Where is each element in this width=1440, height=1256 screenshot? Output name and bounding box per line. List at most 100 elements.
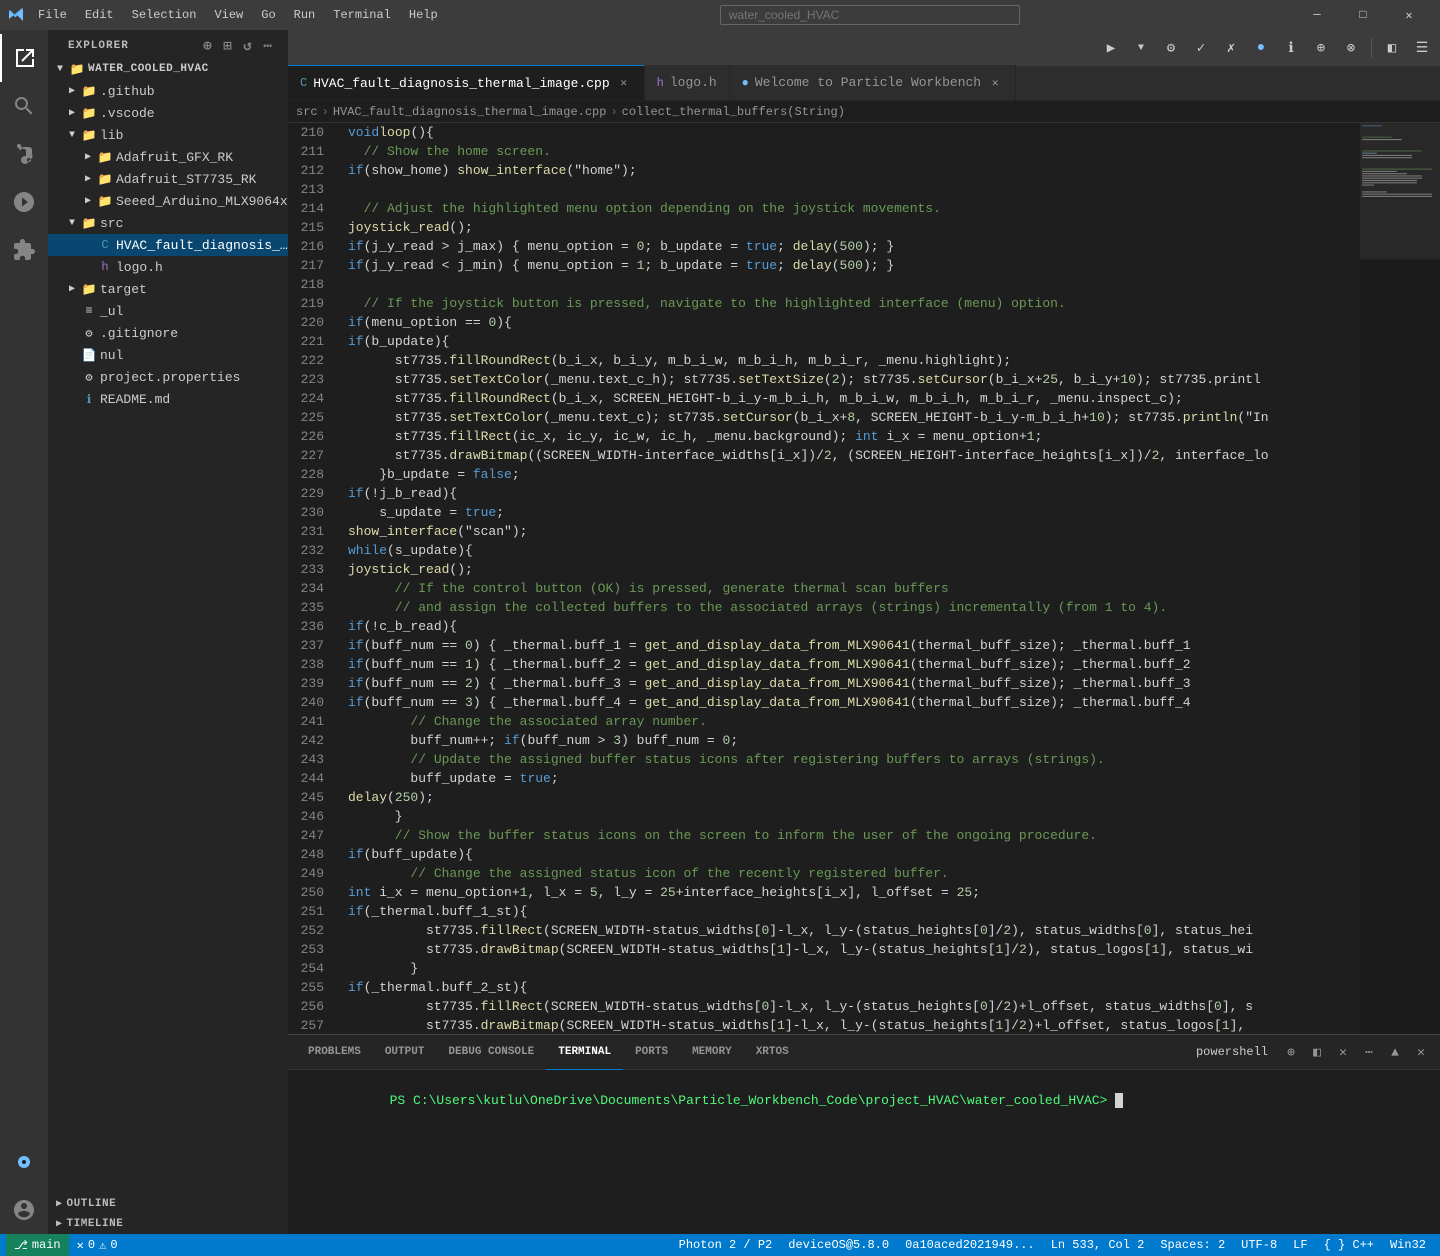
add-button[interactable]: ⊕ xyxy=(1307,34,1335,62)
extensions-icon[interactable] xyxy=(0,226,48,274)
tab-logo-h[interactable]: h logo.h xyxy=(645,65,730,100)
tree-item-nul[interactable]: 📄 nul xyxy=(48,344,288,366)
status-line-col[interactable]: Ln 533, Col 2 xyxy=(1043,1234,1153,1256)
collapse-all-icon[interactable]: ⋯ xyxy=(260,38,276,54)
menu-file[interactable]: File xyxy=(30,6,75,24)
info-button[interactable]: ℹ xyxy=(1277,34,1305,62)
tree-item-vscode[interactable]: ▶ 📁 .vscode xyxy=(48,102,288,124)
particle-icon[interactable] xyxy=(0,1138,48,1186)
code-line: if(!c_b_read){ xyxy=(344,617,1360,636)
outline-section[interactable]: ▶ OUTLINE xyxy=(48,1194,288,1214)
breadcrumb-function[interactable]: collect_thermal_buffers(String) xyxy=(622,105,845,119)
panel-maximize-button[interactable]: ▲ xyxy=(1384,1041,1406,1063)
tree-item-adafruit-st[interactable]: ▶ 📁 Adafruit_ST7735_RK xyxy=(48,168,288,190)
tree-item-github[interactable]: ▶ 📁 .github xyxy=(48,80,288,102)
code-line: } xyxy=(344,807,1360,826)
minimap[interactable] xyxy=(1360,123,1440,1034)
split-editor-button[interactable]: ◧ xyxy=(1378,34,1406,62)
line-number: 248 xyxy=(288,845,332,864)
panel-tab-terminal[interactable]: TERMINAL xyxy=(546,1035,623,1070)
tree-item-properties[interactable]: ⚙ project.properties xyxy=(48,366,288,388)
gitignore-icon: ⚙ xyxy=(80,326,98,341)
panel-tab-memory[interactable]: MEMORY xyxy=(680,1035,744,1070)
status-os[interactable]: deviceOS@5.8.0 xyxy=(780,1234,897,1256)
new-folder-icon[interactable]: ⊞ xyxy=(220,38,236,54)
compile-button[interactable]: ⚙ xyxy=(1157,34,1185,62)
more-button[interactable]: ☰ xyxy=(1408,34,1436,62)
github-chevron: ▶ xyxy=(64,85,80,97)
split-terminal-button[interactable]: ◧ xyxy=(1306,1041,1328,1063)
panel-tab-ports[interactable]: PORTS xyxy=(623,1035,680,1070)
tree-item-src[interactable]: ▼ 📁 src xyxy=(48,212,288,234)
panel-more-button[interactable]: ⋯ xyxy=(1358,1041,1380,1063)
run-debug-icon[interactable] xyxy=(0,178,48,226)
panel-tab-debug[interactable]: DEBUG CONSOLE xyxy=(436,1035,546,1070)
run-button[interactable]: ▶ xyxy=(1097,34,1125,62)
code-scroll-area[interactable]: 2102112122132142152162172182192202212222… xyxy=(288,123,1360,1034)
code-line: // Update the assigned buffer status ico… xyxy=(344,750,1360,769)
status-device-id[interactable]: 0a10aced2021949... xyxy=(897,1234,1043,1256)
status-errors[interactable]: ✕ 0 ⚠ 0 xyxy=(69,1234,126,1256)
line-number: 216 xyxy=(288,237,332,256)
search-activity-icon[interactable] xyxy=(0,82,48,130)
menu-view[interactable]: View xyxy=(206,6,251,24)
panel-close-button[interactable]: ✕ xyxy=(1410,1041,1432,1063)
panel-tab-output[interactable]: OUTPUT xyxy=(373,1035,437,1070)
window-close-button[interactable]: ✕ xyxy=(1386,0,1432,30)
menu-terminal[interactable]: Terminal xyxy=(325,6,399,24)
tab-workbench[interactable]: ● Welcome to Particle Workbench ✕ xyxy=(730,65,1016,100)
tree-item-lib[interactable]: ▼ 📁 lib xyxy=(48,124,288,146)
explorer-icon[interactable] xyxy=(0,34,48,82)
new-file-icon[interactable]: ⊕ xyxy=(200,38,216,54)
line-number: 244 xyxy=(288,769,332,788)
account-icon[interactable] xyxy=(0,1186,48,1234)
menu-help[interactable]: Help xyxy=(401,6,446,24)
particle-f-button[interactable]: ● xyxy=(1247,34,1275,62)
source-control-icon[interactable] xyxy=(0,130,48,178)
line-number: 231 xyxy=(288,522,332,541)
status-language[interactable]: { } C++ xyxy=(1316,1234,1382,1256)
breadcrumb: src › HVAC_fault_diagnosis_thermal_image… xyxy=(288,101,1440,123)
tree-item-adafruit-gfx[interactable]: ▶ 📁 Adafruit_GFX_RK xyxy=(48,146,288,168)
kill-terminal-button[interactable]: ✕ xyxy=(1332,1041,1354,1063)
status-eol[interactable]: LF xyxy=(1285,1234,1315,1256)
refresh-icon[interactable]: ↺ xyxy=(240,38,256,54)
tree-item-ul[interactable]: ≡ _ul xyxy=(48,300,288,322)
tree-item-hvac-cpp[interactable]: C HVAC_fault_diagnosis_thermal_image.cpp xyxy=(48,234,288,256)
menu-run[interactable]: Run xyxy=(286,6,324,24)
tree-item-gitignore[interactable]: ⚙ .gitignore xyxy=(48,322,288,344)
flash-cloud-button[interactable]: ✗ xyxy=(1217,34,1245,62)
code-line: if(buff_num == 0) { _thermal.buff_1 = ge… xyxy=(344,636,1360,655)
menu-edit[interactable]: Edit xyxy=(77,6,122,24)
status-spaces[interactable]: Spaces: 2 xyxy=(1152,1234,1233,1256)
status-encoding[interactable]: UTF-8 xyxy=(1233,1234,1285,1256)
tree-root[interactable]: ▼ 📁 WATER_COOLED_HVAC xyxy=(48,58,288,80)
tree-item-seeed[interactable]: ▶ 📁 Seeed_Arduino_MLX9064x xyxy=(48,190,288,212)
terminal-content[interactable]: PS C:\Users\kutlu\OneDrive\Documents\Par… xyxy=(288,1070,1440,1234)
src-label: src xyxy=(98,216,288,231)
tree-item-target[interactable]: ▶ 📁 target xyxy=(48,278,288,300)
panel-tab-problems[interactable]: PROBLEMS xyxy=(296,1035,373,1070)
breadcrumb-file[interactable]: HVAC_fault_diagnosis_thermal_image.cpp xyxy=(333,105,607,119)
breadcrumb-src[interactable]: src xyxy=(296,105,318,119)
run-dropdown-button[interactable]: ▼ xyxy=(1127,34,1155,62)
tree-item-readme[interactable]: ℹ README.md xyxy=(48,388,288,410)
settings-button[interactable]: ⊗ xyxy=(1337,34,1365,62)
code-line: s_update = true; xyxy=(344,503,1360,522)
new-terminal-button[interactable]: ⊕ xyxy=(1280,1041,1302,1063)
window-minimize-button[interactable]: ─ xyxy=(1294,0,1340,30)
title-search-input[interactable] xyxy=(720,5,1020,25)
timeline-section[interactable]: ▶ TIMELINE xyxy=(48,1214,288,1234)
status-branch[interactable]: ⎇ main xyxy=(6,1234,69,1256)
menu-go[interactable]: Go xyxy=(253,6,283,24)
tab-workbench-close[interactable]: ✕ xyxy=(987,75,1003,91)
panel-tab-xrtos[interactable]: XRTOS xyxy=(744,1035,801,1070)
flash-local-button[interactable]: ✓ xyxy=(1187,34,1215,62)
tree-item-logo-h[interactable]: h logo.h xyxy=(48,256,288,278)
menu-selection[interactable]: Selection xyxy=(124,6,205,24)
tab-hvac-cpp[interactable]: C HVAC_fault_diagnosis_thermal_image.cpp… xyxy=(288,65,645,100)
status-platform[interactable]: Win32 xyxy=(1382,1234,1434,1256)
tab-hvac-close[interactable]: ✕ xyxy=(616,75,632,91)
status-device[interactable]: Photon 2 / P2 xyxy=(671,1234,781,1256)
window-maximize-button[interactable]: □ xyxy=(1340,0,1386,30)
